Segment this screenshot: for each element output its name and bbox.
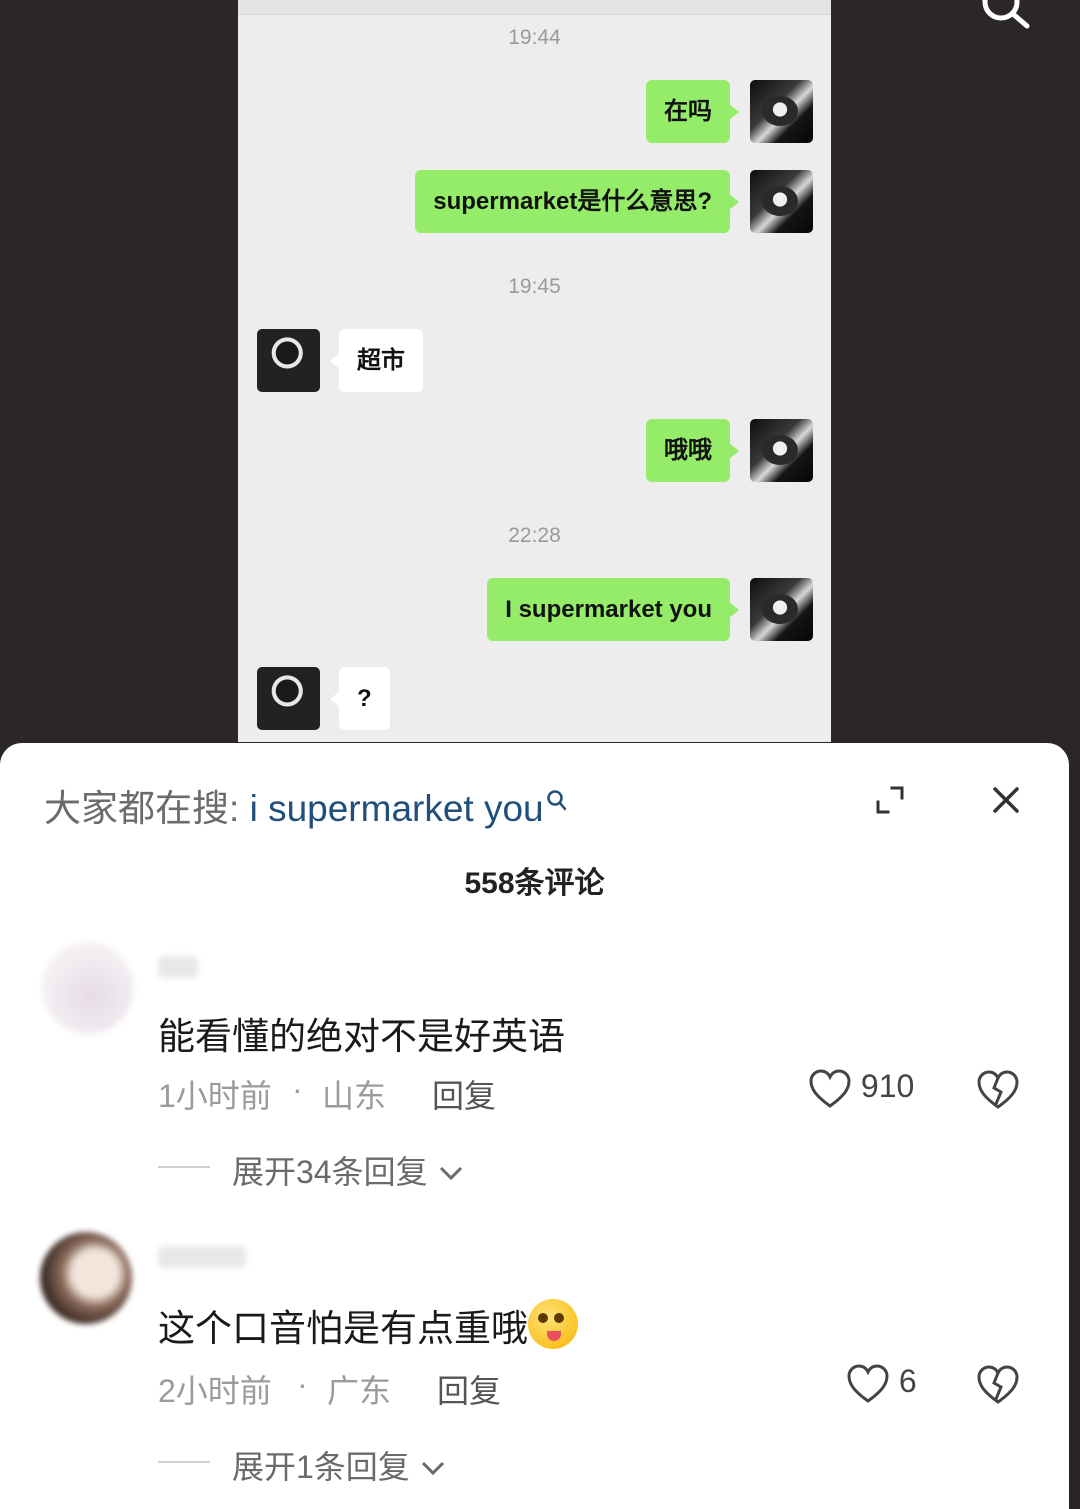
receiver-avatar bbox=[257, 667, 320, 730]
comment-location: 山东 bbox=[322, 1078, 387, 1114]
expand-divider bbox=[158, 1166, 210, 1168]
search-icon[interactable] bbox=[975, 0, 1035, 32]
trending-search-query[interactable]: i supermarket you bbox=[250, 788, 544, 829]
comment-text: 能看懂的绝对不是好英语 bbox=[158, 1016, 565, 1057]
sender-avatar bbox=[750, 80, 813, 143]
chat-bubble-sent: I supermarket you bbox=[487, 578, 739, 641]
close-icon[interactable] bbox=[988, 782, 1024, 818]
chat-timestamp: 19:45 bbox=[508, 275, 561, 298]
chat-top-bar bbox=[238, 0, 831, 15]
reply-button[interactable]: 回复 bbox=[437, 1366, 501, 1412]
expand-divider bbox=[158, 1461, 210, 1463]
comment-time: 2小时前 bbox=[158, 1373, 272, 1409]
commenter-username[interactable] bbox=[158, 1246, 246, 1268]
chat-timestamp: 22:28 bbox=[508, 524, 561, 547]
drooling-face-emoji bbox=[528, 1299, 578, 1349]
broken-heart-icon bbox=[976, 1365, 1020, 1404]
chat-screenshot: 19:44 在吗 supermarket是什么意思? 19:45 超市 哦哦 2… bbox=[238, 0, 831, 742]
chevron-down-icon bbox=[437, 1154, 465, 1190]
sender-avatar bbox=[750, 578, 813, 641]
expand-replies-button[interactable]: 展开1条回复 bbox=[232, 1442, 447, 1488]
heart-outline-icon bbox=[808, 1068, 852, 1108]
meta-separator: · bbox=[292, 1071, 303, 1107]
chat-bubble-received: 超市 bbox=[330, 329, 423, 392]
comment-location: 广东 bbox=[327, 1373, 392, 1409]
video-area[interactable]: 19:44 在吗 supermarket是什么意思? 19:45 超市 哦哦 2… bbox=[0, 0, 1080, 760]
heart-outline-icon bbox=[846, 1363, 890, 1403]
receiver-avatar bbox=[257, 329, 320, 392]
chat-bubble-received: ? bbox=[330, 667, 390, 730]
expand-icon[interactable] bbox=[872, 782, 908, 818]
chat-bubble-sent: supermarket是什么意思? bbox=[415, 170, 739, 233]
chevron-down-icon bbox=[419, 1449, 447, 1485]
chat-bubble-sent: 哦哦 bbox=[646, 419, 739, 482]
commenter-avatar[interactable] bbox=[40, 1232, 132, 1324]
trending-search-link[interactable]: 大家都在搜: i supermarket you bbox=[44, 778, 568, 832]
comment-count: 558条评论 bbox=[464, 867, 605, 900]
sender-avatar bbox=[750, 419, 813, 482]
broken-heart-icon bbox=[976, 1070, 1020, 1109]
chat-timestamp: 19:44 bbox=[508, 26, 561, 49]
comment-text-body: 这个口音怕是有点重哦 bbox=[158, 1308, 528, 1349]
commenter-username[interactable] bbox=[158, 956, 198, 978]
expand-replies-label: 展开34条回复 bbox=[232, 1154, 428, 1190]
dislike-button[interactable] bbox=[976, 1365, 1020, 1405]
commenter-avatar[interactable] bbox=[42, 942, 134, 1034]
comment-time: 1小时前 bbox=[158, 1078, 272, 1114]
dislike-button[interactable] bbox=[976, 1070, 1020, 1110]
meta-separator: · bbox=[297, 1366, 308, 1402]
like-button[interactable]: 910 bbox=[808, 1068, 914, 1109]
reply-button[interactable]: 回复 bbox=[432, 1071, 496, 1117]
expand-replies-label: 展开1条回复 bbox=[232, 1449, 410, 1485]
like-count: 6 bbox=[898, 1363, 917, 1399]
chat-bubble-sent: 在吗 bbox=[646, 80, 739, 143]
comment-text: 这个口音怕是有点重哦 bbox=[158, 1298, 578, 1352]
sender-avatar bbox=[750, 170, 813, 233]
like-count: 910 bbox=[860, 1068, 915, 1104]
expand-replies-button[interactable]: 展开34条回复 bbox=[232, 1147, 465, 1193]
trending-search-prefix: 大家都在搜: bbox=[44, 788, 240, 829]
like-button[interactable]: 6 bbox=[846, 1363, 917, 1404]
search-icon bbox=[546, 780, 568, 822]
